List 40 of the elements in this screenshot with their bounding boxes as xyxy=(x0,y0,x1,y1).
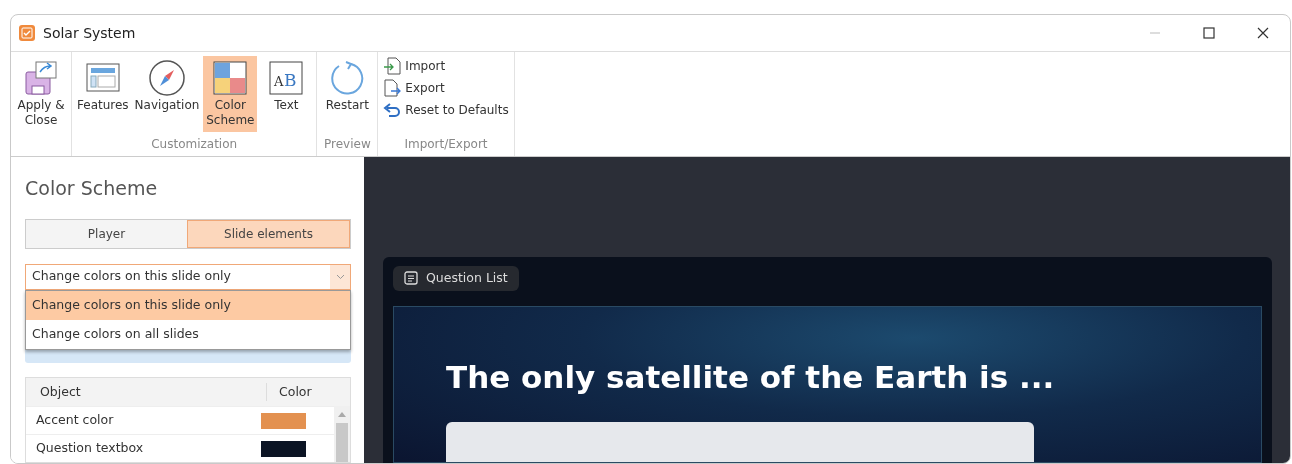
app-logo-icon xyxy=(19,25,35,41)
color-swatch[interactable] xyxy=(261,412,306,429)
compass-icon xyxy=(147,59,186,97)
table-cell-text: Accent color xyxy=(35,411,115,430)
ribbon-button[interactable]: Color Scheme xyxy=(203,56,258,132)
column-header: Object xyxy=(39,382,82,401)
list-icon xyxy=(404,271,418,286)
ribbon-button[interactable]: Export xyxy=(381,78,511,98)
question-text: The only satellite of the Earth is ... xyxy=(446,358,1056,396)
export-file-icon xyxy=(383,79,402,97)
ribbon-button[interactable]: AB Text xyxy=(259,56,314,132)
column-header: Color xyxy=(266,382,350,402)
restart-icon xyxy=(329,60,366,96)
ribbon-group-label: Import/Export xyxy=(403,136,489,153)
ribbon-button[interactable]: Features xyxy=(75,56,131,132)
ribbon-button[interactable]: Apply & Close xyxy=(14,56,68,132)
scroll-up-icon[interactable] xyxy=(338,412,346,417)
import-file-icon xyxy=(383,57,402,75)
color-grid-icon xyxy=(213,61,248,95)
panel-title: Color Scheme xyxy=(25,177,159,200)
dropdown-option[interactable]: Change colors on this slide only xyxy=(26,290,350,320)
dropdown[interactable]: Change colors on this slide only xyxy=(25,263,351,290)
ribbon-button[interactable]: Import xyxy=(381,56,511,76)
window-title: Solar System xyxy=(43,23,136,43)
chevron-down-icon xyxy=(335,273,345,280)
scrollbar[interactable] xyxy=(334,406,350,462)
question-list-button[interactable]: Question List xyxy=(393,266,519,291)
ribbon-group-label: Customization xyxy=(150,136,239,153)
ribbon-button[interactable]: Navigation xyxy=(132,56,202,132)
tab[interactable]: Slide elements xyxy=(187,219,350,248)
floppy-disk-icon xyxy=(24,60,58,96)
tab[interactable]: Player xyxy=(26,219,187,248)
ribbon-button[interactable]: Restart xyxy=(320,56,375,132)
table-cell-text: Question textbox xyxy=(35,439,145,458)
text-letters-icon: AB xyxy=(269,61,304,95)
ribbon-group-label: Preview xyxy=(323,136,372,153)
undo-arrow-icon xyxy=(383,102,402,118)
dropdown-option[interactable]: Change colors on all slides xyxy=(26,319,350,349)
ribbon-button[interactable]: Reset to Defaults xyxy=(381,100,511,120)
color-swatch[interactable] xyxy=(261,440,306,457)
